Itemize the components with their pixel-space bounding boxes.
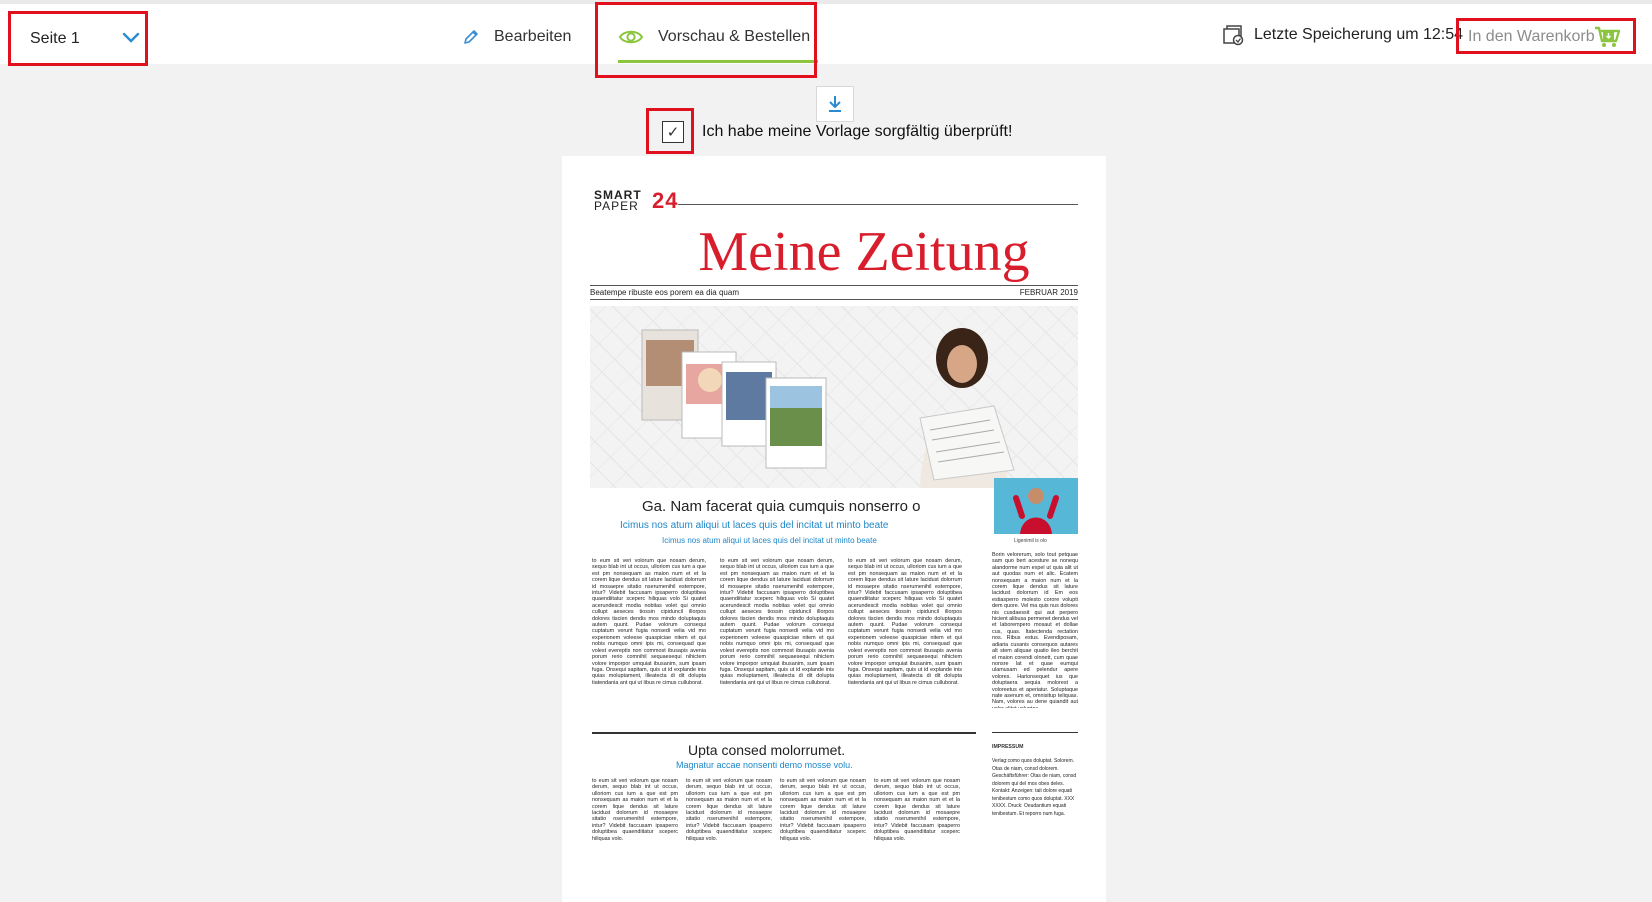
tab-edit[interactable]: Bearbeiten <box>462 20 571 54</box>
sidebar-column: Borin velorerum, solo tout petquae sam q… <box>992 552 1078 708</box>
portrait-image <box>994 478 1078 534</box>
logo-number: 24 <box>652 188 679 213</box>
newspaper-samples-illustration <box>641 329 827 469</box>
cloud-save-icon <box>1223 25 1244 46</box>
dateline-rule-top <box>590 285 1078 286</box>
dateline: Beatempe ribuste eos porem ea dia quam F… <box>590 288 1078 297</box>
page-selector-highlight <box>8 11 148 66</box>
article2-column-3: to eum sit veri volorum que nosam derum,… <box>780 778 866 842</box>
newspaper-title: Meine Zeitung <box>698 221 1030 283</box>
hero-image <box>590 306 1078 488</box>
logo-line2: PAPER <box>594 199 639 213</box>
dateline-left: Beatempe ribuste eos porem ea dia quam <box>590 288 739 297</box>
impressum-rule <box>992 732 1078 733</box>
cart-button-highlight <box>1456 18 1636 54</box>
article2-column-4: to eum sit veri volorum que nosam derum,… <box>874 778 960 842</box>
article1-column-2: to eum sit veri volorum que nosam derum,… <box>720 558 834 686</box>
save-status-text: Letzte Speicherung um 12:54 <box>1254 26 1464 43</box>
article1-subline1: Icimus nos atum aliqui ut laces quis del… <box>620 520 889 531</box>
article2-headline: Upta consed molorrumet. <box>688 742 846 758</box>
impressum-text: Verlag:como quos doluptat. Solorem. Otas… <box>992 758 1077 817</box>
confirm-label: Ich habe meine Vorlage sorgfältig überpr… <box>702 123 1013 140</box>
checkbox-highlight <box>646 108 694 154</box>
article1-headline: Ga. Nam facerat quia cumquis nonserro o <box>642 498 921 515</box>
dateline-rule-bottom <box>590 299 1078 300</box>
tab-edit-label: Bearbeiten <box>494 28 572 45</box>
preview-tab-highlight <box>595 2 817 78</box>
newspaper-preview: SMART PAPER 24 Meine Zeitung Beatempe ri… <box>562 156 1106 902</box>
article1-column-3: to eum sit veri volorum que nosam derum,… <box>848 558 962 686</box>
dateline-right: FEBRUAR 2019 <box>1019 288 1078 297</box>
article1-subline2: Icimus nos atum aliqui ut laces quis del… <box>662 536 877 545</box>
article2-column-1: to eum sit veri volorum que nosam derum,… <box>592 778 678 842</box>
header-rule <box>678 204 1078 205</box>
article2-subline: Magnatur accae nonsenti demo mosse volu. <box>676 760 853 770</box>
portrait-caption: Ligenimil is olo <box>1014 538 1047 544</box>
woman-reading-illustration <box>919 328 1015 488</box>
confirm-row: ✓ Ich habe meine Vorlage sorgfältig über… <box>650 110 1012 154</box>
impressum-heading: IMPRESSUM <box>992 744 1024 750</box>
smartpaper-logo: SMART PAPER 24 <box>594 189 677 213</box>
article-divider <box>592 732 976 734</box>
save-status: Letzte Speicherung um 12:54 <box>1222 24 1463 46</box>
article1-column-1: to eum sit veri volorum que nosam derum,… <box>592 558 706 686</box>
pencil-icon <box>464 30 478 44</box>
article2-column-2: to eum sit veri volorum que nosam derum,… <box>686 778 772 842</box>
